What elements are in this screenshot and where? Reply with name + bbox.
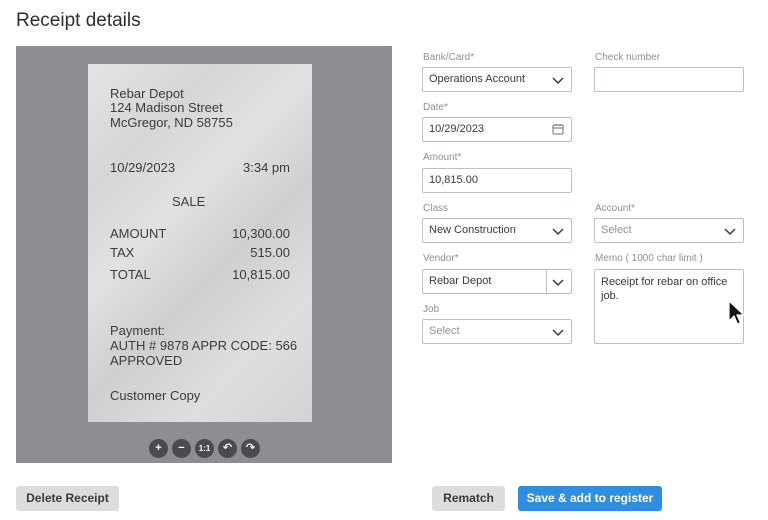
receipt-total-label: TOTAL [110,267,151,282]
amount-label: Amount* [423,152,462,163]
receipt-viewer: Rebar Depot 124 Madison Street McGregor,… [16,46,392,463]
receipt-date: 10/29/2023 [110,160,176,175]
date-value: 10/29/2023 [429,123,485,135]
receipt-merchant: Rebar Depot [110,86,184,101]
vendor-divider [546,270,547,293]
receipt-image: Rebar Depot 124 Madison Street McGregor,… [88,64,312,422]
receipt-amount-value: 10,300.00 [232,226,290,241]
actual-size-button[interactable]: 1:1 [195,439,214,458]
memo-label: Memo ( 1000 char limit ) [595,253,703,264]
calendar-icon[interactable] [552,123,564,135]
receipt-city: McGregor, ND 58755 [110,115,233,130]
amount-value: 10,815.00 [429,174,478,186]
vendor-label: Vendor* [423,253,459,264]
class-label: Class [423,203,449,214]
receipt-street: 124 Madison Street [110,100,223,115]
check-number-field[interactable] [594,67,744,92]
memo-textarea[interactable]: Receipt for rebar on office job. [594,269,744,344]
account-placeholder: Select [601,224,632,236]
delete-receipt-button[interactable]: Delete Receipt [16,486,119,511]
rematch-button[interactable]: Rematch [432,486,505,511]
bank-card-value: Operations Account [429,73,526,85]
check-number-label: Check number [595,52,661,63]
vendor-value: Rebar Depot [429,275,492,287]
account-select[interactable]: Select [594,218,744,243]
bank-card-label: Bank/Card* [423,52,475,63]
zoom-out-button[interactable]: − [172,439,191,458]
receipt-payment-label: Payment: [110,323,165,338]
zoom-in-button[interactable]: + [149,439,168,458]
chevron-down-icon [724,228,736,236]
chevron-down-icon [552,228,564,236]
receipt-copy-label: Customer Copy [110,388,201,403]
viewer-toolbar: + − 1:1 ↶ ↷ [149,439,260,458]
amount-field[interactable]: 10,815.00 [422,168,572,193]
job-select[interactable]: Select [422,319,572,344]
receipt-total-value: 10,815.00 [232,267,290,282]
rotate-left-button[interactable]: ↶ [218,439,237,458]
page-title: Receipt details [16,10,141,31]
date-label: Date* [423,102,449,113]
date-field[interactable]: 10/29/2023 [422,117,572,142]
job-label: Job [423,304,440,315]
mouse-pointer-icon [728,300,745,325]
save-add-to-register-button[interactable]: Save & add to register [518,486,662,511]
class-select[interactable]: New Construction [422,218,572,243]
memo-value: Receipt for rebar on office job. [601,276,728,302]
account-label: Account* [595,203,636,214]
receipt-type: SALE [172,194,206,209]
rotate-right-button[interactable]: ↷ [241,439,260,458]
chevron-down-icon[interactable] [552,277,564,287]
receipt-approved: APPROVED [110,353,183,368]
receipt-auth-line: AUTH # 9878 APPR CODE: 566 [110,338,298,353]
job-placeholder: Select [429,325,460,337]
chevron-down-icon [552,329,564,337]
receipt-time: 3:34 pm [243,160,290,175]
bank-card-select[interactable]: Operations Account [422,67,572,92]
receipt-tax-value: 515.00 [250,245,290,260]
receipt-amount-label: AMOUNT [110,226,167,241]
vendor-select[interactable]: Rebar Depot [422,269,572,294]
receipt-tax-label: TAX [110,245,135,260]
class-value: New Construction [429,224,516,236]
chevron-down-icon [552,77,564,85]
